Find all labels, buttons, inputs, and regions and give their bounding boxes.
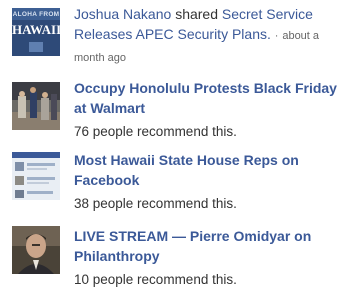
article-thumbnail[interactable] <box>12 82 60 130</box>
timestamp-separator: · <box>274 30 279 42</box>
recommend-count: 38 people recommend this. <box>74 196 237 211</box>
actor-link[interactable]: Joshua Nakano <box>74 6 171 22</box>
thumb-caption-top: ALOHA FROM <box>12 11 60 18</box>
list-item-recommendation: Occupy Honolulu Protests Black Friday at… <box>0 72 352 142</box>
recommendations-feed: ALOHA FROM HAWAII Joshua Nakano shared S… <box>0 0 352 291</box>
recommendation-text: LIVE STREAM — Pierre Omidyar on Philanth… <box>74 226 348 290</box>
article-thumbnail[interactable] <box>12 152 60 200</box>
article-title-link[interactable]: Occupy Honolulu Protests Black Friday at… <box>74 78 348 118</box>
list-item-recommendation: LIVE STREAM — Pierre Omidyar on Philanth… <box>0 216 352 291</box>
recommendation-text: Most Hawaii State House Reps on Facebook… <box>74 150 348 214</box>
protest-photo-image <box>12 82 60 130</box>
activity-sentence: Joshua Nakano shared Secret Service Rele… <box>74 4 348 68</box>
article-title-link[interactable]: Most Hawaii State House Reps on Facebook <box>74 150 348 190</box>
recommend-count: 76 people recommend this. <box>74 124 237 139</box>
article-title-link[interactable]: LIVE STREAM — Pierre Omidyar on Philanth… <box>74 226 348 266</box>
article-thumbnail[interactable] <box>12 226 60 274</box>
list-item-recommendation: Most Hawaii State House Reps on Facebook… <box>0 144 352 214</box>
thumb-caption-main: HAWAII <box>12 22 60 37</box>
activity-thumbnail[interactable]: ALOHA FROM HAWAII <box>12 8 60 56</box>
activity-verb: shared <box>175 6 218 22</box>
list-item-activity: ALOHA FROM HAWAII Joshua Nakano shared S… <box>0 0 352 66</box>
speaker-portrait-image <box>12 226 60 274</box>
statehouse-screenshot-image <box>12 152 60 200</box>
recommend-count: 10 people recommend this. <box>74 272 237 287</box>
recommendation-text: Occupy Honolulu Protests Black Friday at… <box>74 78 348 142</box>
activity-text: Joshua Nakano shared Secret Service Rele… <box>74 4 348 68</box>
